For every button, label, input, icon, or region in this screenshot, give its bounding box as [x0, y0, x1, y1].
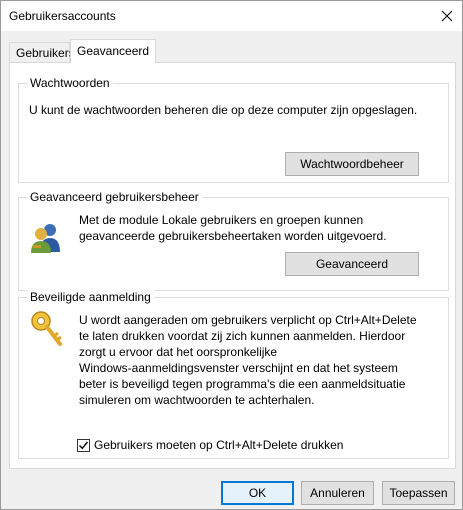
user-accounts-dialog: Gebruikersaccounts Gebruikers Geavanceer…: [0, 0, 463, 510]
secure-logon-line: beter is beveiligd tegen programma's die…: [79, 377, 406, 391]
secure-logon-group: Beveiligde aanmelding U wordt aangeraden…: [18, 290, 449, 459]
cancel-button-label: Annuleren: [310, 486, 365, 500]
advanced-button-label: Geavanceerd: [315, 257, 389, 271]
password-manager-button[interactable]: Wachtwoordbeheer: [285, 152, 419, 176]
advanced-user-management-desc-line1: Met de module Lokale gebruikers en groep…: [79, 213, 364, 227]
advanced-user-management-group: Geavanceerd gebruikersbeheer Met de modu…: [18, 190, 449, 291]
secure-logon-legend: Beveiligde aanmelding: [27, 290, 154, 304]
secure-logon-line: zorgt u ervoor dat het oorspronkelijke: [79, 345, 278, 359]
advanced-user-management-desc-line2: geavanceerde gebruikersbeheertaken worde…: [79, 229, 387, 243]
ok-button[interactable]: OK: [221, 481, 294, 505]
checkmark-icon: [79, 441, 89, 449]
close-icon: [441, 10, 453, 22]
ok-button-label: OK: [248, 486, 267, 500]
key-icon: [31, 311, 62, 346]
secure-logon-line: U wordt aangeraden om gebruikers verplic…: [79, 313, 417, 327]
window-title: Gebruikersaccounts: [9, 9, 116, 23]
close-button[interactable]: [436, 5, 458, 27]
secure-logon-line: te laten drukken voordat zij zich kunnen…: [79, 329, 406, 343]
password-manager-button-label: Wachtwoordbeheer: [300, 157, 404, 171]
ctrl-alt-delete-checkbox[interactable]: [77, 438, 90, 452]
cancel-button[interactable]: Annuleren: [301, 481, 374, 505]
passwords-group: Wachtwoorden U kunt de wachtwoorden behe…: [18, 76, 449, 183]
secure-logon-line: Windows-aanmeldingsvenster verschijnt en…: [79, 361, 398, 375]
apply-button[interactable]: Toepassen: [382, 481, 455, 505]
advanced-button[interactable]: Geavanceerd: [285, 252, 419, 276]
passwords-legend: Wachtwoorden: [27, 76, 113, 90]
advanced-user-management-legend: Geavanceerd gebruikersbeheer: [27, 190, 202, 204]
tab-advanced[interactable]: Geavanceerd: [70, 39, 156, 63]
apply-button-label: Toepassen: [389, 486, 448, 500]
tab-users[interactable]: Gebruikers: [9, 42, 75, 62]
secure-logon-line: simuleren om wachtwoorden te achterhalen…: [79, 393, 315, 407]
ctrl-alt-delete-label[interactable]: Gebruikers moeten op Ctrl+Alt+Delete dru…: [94, 438, 343, 452]
title-bar[interactable]: Gebruikersaccounts: [1, 1, 462, 31]
tab-panel-advanced: Wachtwoorden U kunt de wachtwoorden behe…: [9, 62, 456, 469]
users-icon: [31, 224, 60, 253]
passwords-description: U kunt de wachtwoorden beheren die op de…: [29, 103, 418, 117]
ctrl-alt-delete-option[interactable]: Gebruikers moeten op Ctrl+Alt+Delete dru…: [77, 438, 343, 452]
